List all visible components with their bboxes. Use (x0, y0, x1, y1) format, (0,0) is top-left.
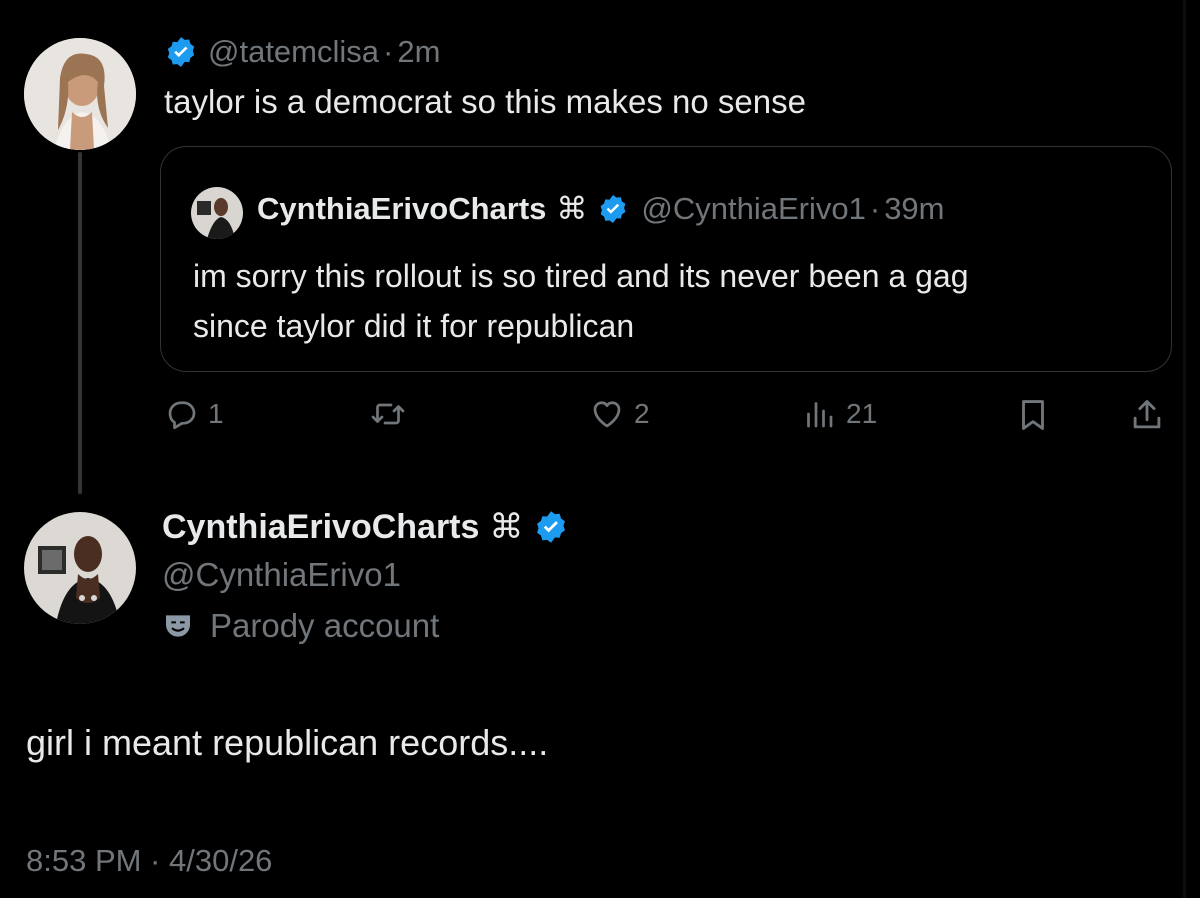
reply-tweet-header: @tatemclisa · 2m (164, 32, 440, 72)
bookmark-icon (1022, 400, 1044, 430)
repost-action[interactable] (368, 396, 408, 432)
main-tweet-handle[interactable]: @CynthiaErivo1 (162, 554, 401, 596)
quoted-tweet-text: im sorry this rollout is so tired and it… (193, 251, 968, 351)
quoted-tweet-text-line: im sorry this rollout is so tired and it… (193, 258, 969, 294)
main-tweet-text: girl i meant republican records.... (26, 722, 549, 763)
verified-badge-icon (167, 37, 195, 67)
like-count: 2 (634, 398, 650, 429)
separator-dot: · (869, 191, 881, 226)
main-tweet-name-row: CynthiaErivoCharts ⌘ (162, 504, 569, 550)
repost-icon (371, 403, 405, 425)
main-tweet-timestamp[interactable]: 8:53 PM · 4/30/26 (26, 840, 272, 882)
quoted-tweet-text-line: since taylor did it for republican (193, 308, 635, 344)
views-icon (807, 402, 833, 428)
avatar-image (24, 38, 136, 150)
views-action[interactable]: 21 (800, 396, 877, 432)
separator-dot: · (383, 34, 394, 69)
avatar-image (191, 187, 243, 239)
avatar-tatemclisa[interactable] (24, 38, 136, 150)
bookmark-action[interactable] (1014, 396, 1052, 434)
name-symbol: ⌘ (489, 508, 524, 546)
quoted-tweet-time[interactable]: 39m (884, 191, 944, 227)
reply-tweet-time[interactable]: 2m (397, 34, 440, 70)
like-action[interactable]: 2 (588, 396, 650, 432)
thread-connector-line (78, 152, 82, 494)
reply-tweet-handle[interactable]: @tatemclisa (208, 34, 379, 70)
verified-badge-icon (537, 511, 566, 543)
scrollbar-track[interactable] (1183, 0, 1186, 898)
share-icon (1133, 400, 1161, 429)
avatar-image (24, 512, 136, 624)
share-action[interactable] (1128, 396, 1166, 434)
quoted-tweet-header: CynthiaErivoCharts ⌘ @CynthiaErivo1 · 39… (257, 189, 945, 229)
reply-icon (168, 401, 196, 430)
quoted-tweet-avatar (191, 187, 243, 239)
heart-icon (593, 401, 621, 428)
quoted-tweet-card[interactable]: CynthiaErivoCharts ⌘ @CynthiaErivo1 · 39… (160, 146, 1172, 372)
views-count: 21 (846, 398, 878, 429)
parody-label: Parody account (210, 607, 440, 644)
reply-action[interactable]: 1 (164, 396, 224, 432)
quoted-tweet-handle[interactable]: @CynthiaErivo1 (641, 191, 865, 227)
mask-icon (166, 615, 190, 637)
main-tweet-display-name[interactable]: CynthiaErivoCharts (162, 508, 479, 547)
parody-label-row: Parody account (162, 604, 439, 648)
reply-tweet-text: taylor is a democrat so this makes no se… (164, 83, 806, 120)
avatar-cynthiaerivocharts[interactable] (24, 512, 136, 624)
verified-badge-icon (601, 195, 626, 223)
reply-count: 1 (208, 398, 224, 429)
quoted-tweet-display-name[interactable]: CynthiaErivoCharts (257, 191, 546, 227)
name-symbol: ⌘ (556, 191, 588, 226)
